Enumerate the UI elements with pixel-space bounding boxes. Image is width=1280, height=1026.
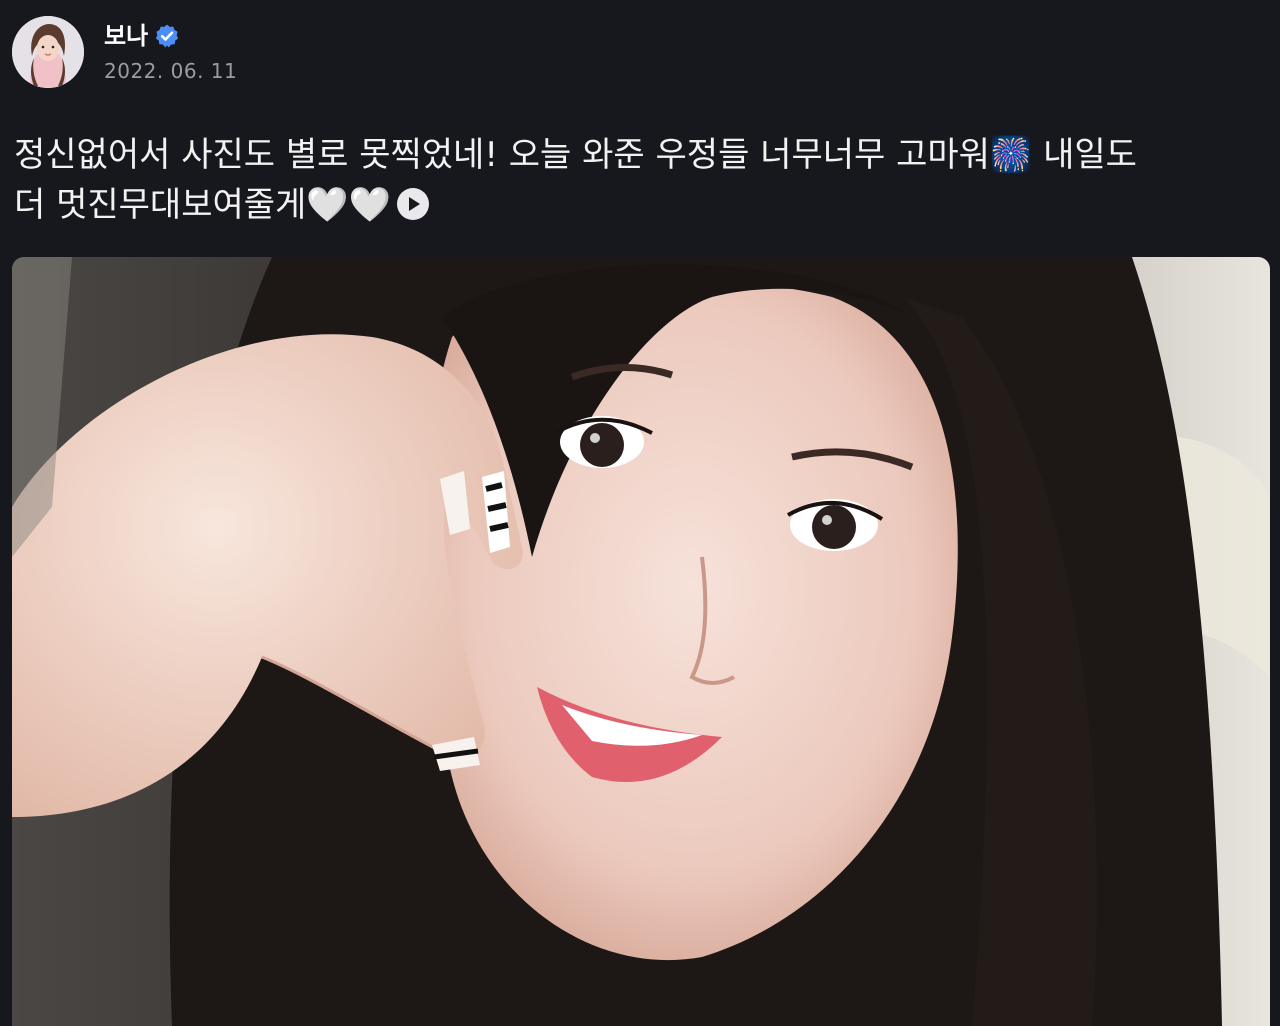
- play-circle-icon[interactable]: [395, 186, 431, 222]
- selfie-image: [12, 257, 1270, 1026]
- post-text-line-1: 정신없어서 사진도 별로 못찍었네! 오늘 와준 우정들 너무너무 고마워🎆 내…: [14, 135, 1137, 175]
- author-meta: 보나 2022. 06. 11: [104, 21, 237, 83]
- post-photo[interactable]: [12, 257, 1270, 1026]
- post-header: 보나 2022. 06. 11: [12, 16, 237, 88]
- author-row: 보나: [104, 21, 237, 51]
- post-text: 정신없어서 사진도 별로 못찍었네! 오늘 와준 우정들 너무너무 고마워🎆 내…: [14, 130, 1266, 230]
- post-text-line-2: 더 멋진무대보여줄게🤍🤍: [14, 185, 391, 225]
- avatar-image: [12, 16, 84, 88]
- post-card: 보나 2022. 06. 11 정신없어서 사진도 별로 못찍었네! 오늘 와준…: [0, 0, 1280, 1026]
- avatar[interactable]: [12, 16, 84, 88]
- post-date: 2022. 06. 11: [104, 59, 238, 83]
- post-text-line-2-wrap: 더 멋진무대보여줄게🤍🤍: [14, 180, 1266, 230]
- author-name[interactable]: 보나: [104, 21, 148, 51]
- verified-badge-icon: [154, 23, 180, 49]
